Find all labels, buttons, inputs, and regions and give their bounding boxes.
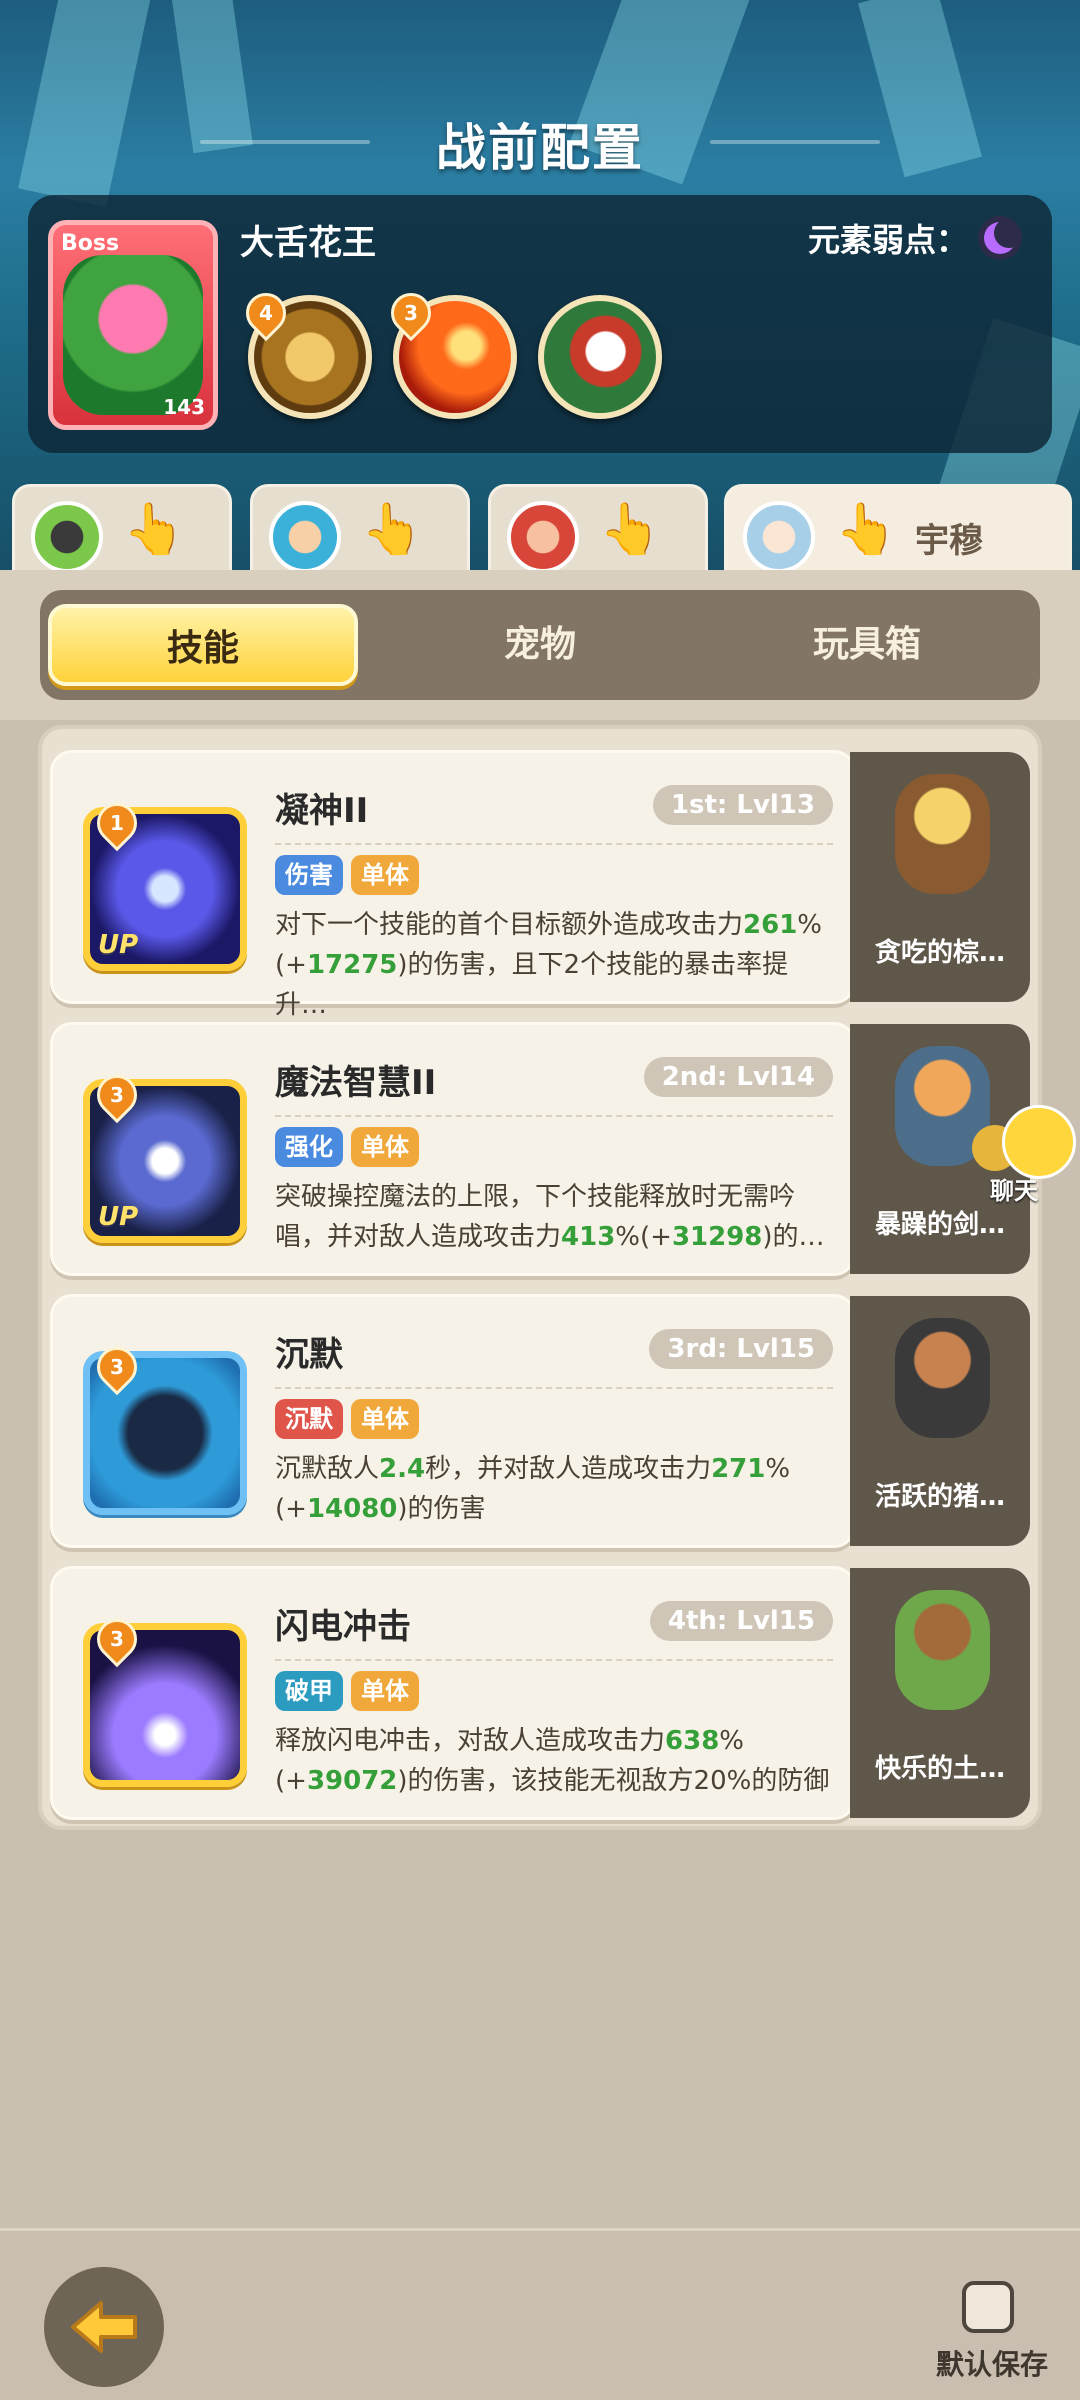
skill-tag: 单体	[351, 1671, 419, 1711]
skill-card[interactable]: UP 1 凝神II 1st: Lvl13 伤害 单体 对下一个技能的首个目标额外…	[50, 750, 856, 1020]
pet-avatar	[895, 774, 990, 894]
skill-name: 沉默	[275, 1335, 343, 1375]
skill-description: 释放闪电冲击，对敌人造成攻击力638%(+39072)的伤害，该技能无视敌方20…	[275, 1726, 830, 1796]
skill-card[interactable]: 3 沉默 3rd: Lvl15 沉默 单体 沉默敌人2.4秒，并对敌人造成攻击力…	[50, 1294, 856, 1548]
skill-level: 1st: Lvl13	[652, 785, 833, 825]
skill-row: 3 沉默 3rd: Lvl15 沉默 单体 沉默敌人2.4秒，并对敌人造成攻击力…	[50, 1294, 1030, 1552]
hero-tab-4[interactable]: 👆 宇穆	[724, 484, 1072, 584]
skill-level: 4th: Lvl15	[649, 1601, 833, 1641]
skill-card[interactable]: 3 闪电冲击 4th: Lvl15 破甲 单体 释放闪电冲击，对敌人造成攻击力6…	[50, 1566, 856, 1820]
upgrade-label: UP	[98, 1202, 139, 1232]
pet-slot[interactable]: 活跃的猪…	[850, 1296, 1030, 1546]
back-arrow-icon	[71, 2301, 137, 2353]
page-title: 战前配置	[436, 119, 644, 177]
hand-tap-icon: 👆	[123, 500, 186, 558]
hand-tap-icon: 👆	[361, 500, 424, 558]
skill-description: 突破操控魔法的上限，下个技能释放时无需吟唱，并对敌人造成攻击力413%(+312…	[275, 1182, 825, 1252]
skill-description: 对下一个技能的首个目标额外造成攻击力261%(+17275)的伤害，且下2个技能…	[275, 910, 823, 1020]
boss-portrait-card[interactable]: Boss 143	[48, 220, 218, 430]
pet-avatar	[895, 1318, 990, 1438]
hero-name: 宇穆	[915, 521, 983, 561]
tab-toybox[interactable]: 玩具箱	[712, 604, 1022, 686]
element-weakness: 元素弱点：	[808, 215, 1022, 261]
skill-name: 闪电冲击	[275, 1607, 411, 1647]
hero-avatar	[507, 501, 579, 573]
default-save-checkbox[interactable]	[962, 2281, 1014, 2333]
pet-avatar	[895, 1590, 990, 1710]
pet-name: 贪吃的棕…	[874, 938, 1005, 968]
hero-tab-1[interactable]: 👆	[12, 484, 232, 584]
chat-button[interactable]: 聊天	[972, 1105, 1080, 1205]
hero-tab-2[interactable]: 👆	[250, 484, 470, 584]
pet-slot[interactable]: 快乐的土…	[850, 1568, 1030, 1818]
boss-info-panel: Boss 143 大舌花王 元素弱点： 4 3	[28, 195, 1052, 453]
pet-name: 快乐的土…	[874, 1754, 1005, 1784]
boss-skill-rock-icon[interactable]	[538, 295, 662, 419]
skill-tag: 单体	[351, 1399, 419, 1439]
skill-name: 凝神II	[275, 791, 369, 831]
tab-skills[interactable]: 技能	[48, 604, 358, 686]
back-button[interactable]	[44, 2267, 164, 2387]
skill-row: 3 闪电冲击 4th: Lvl15 破甲 单体 释放闪电冲击，对敌人造成攻击力6…	[50, 1566, 1030, 1824]
skill-row: UP 1 凝神II 1st: Lvl13 伤害 单体 对下一个技能的首个目标额外…	[50, 750, 1030, 1020]
skill-card[interactable]: UP 3 魔法智慧II 2nd: Lvl14 强化 单体 突破操控魔法的上限，下…	[50, 1022, 856, 1276]
skill-tag: 破甲	[275, 1671, 343, 1711]
skill-row: UP 3 魔法智慧II 2nd: Lvl14 强化 单体 突破操控魔法的上限，下…	[50, 1022, 1030, 1280]
hero-avatar	[743, 501, 815, 573]
footer-bar: 默认保存	[0, 2228, 1080, 2400]
tab-pets[interactable]: 宠物	[385, 604, 695, 686]
skill-name: 魔法智慧II	[275, 1063, 437, 1103]
upgrade-label: UP	[98, 930, 139, 960]
boss-level: 143	[163, 395, 205, 419]
category-tab-bar: 技能 宠物 玩具箱	[40, 590, 1040, 700]
hand-tap-icon: 👆	[599, 500, 662, 558]
hero-tab-3[interactable]: 👆	[488, 484, 708, 584]
pet-name: 活跃的猪…	[874, 1482, 1005, 1512]
skill-description: 沉默敌人2.4秒，并对敌人造成攻击力271%(+14080)的伤害	[275, 1454, 791, 1524]
boss-tag: Boss	[61, 231, 120, 256]
chat-label: 聊天	[990, 1177, 1038, 1205]
skill-tag: 伤害	[275, 855, 343, 895]
moon-icon	[978, 216, 1022, 260]
boss-portrait	[63, 255, 203, 415]
skill-tag: 单体	[351, 855, 419, 895]
skill-tag: 强化	[275, 1127, 343, 1167]
pet-name: 暴躁的剑…	[874, 1210, 1005, 1240]
boss-name: 大舌花王	[240, 223, 376, 263]
skill-tag: 单体	[351, 1127, 419, 1167]
smiley-icon	[1002, 1105, 1076, 1179]
skill-level: 2nd: Lvl14	[643, 1057, 833, 1097]
skill-level: 3rd: Lvl15	[649, 1329, 833, 1369]
pet-slot[interactable]: 贪吃的棕…	[850, 752, 1030, 1002]
hero-avatar	[269, 501, 341, 573]
hero-avatar	[31, 501, 103, 573]
hand-tap-icon: 👆	[835, 500, 898, 558]
default-save-label: 默认保存	[936, 2348, 1049, 2381]
element-weakness-label: 元素弱点：	[807, 221, 968, 259]
skill-tag: 沉默	[275, 1399, 343, 1439]
